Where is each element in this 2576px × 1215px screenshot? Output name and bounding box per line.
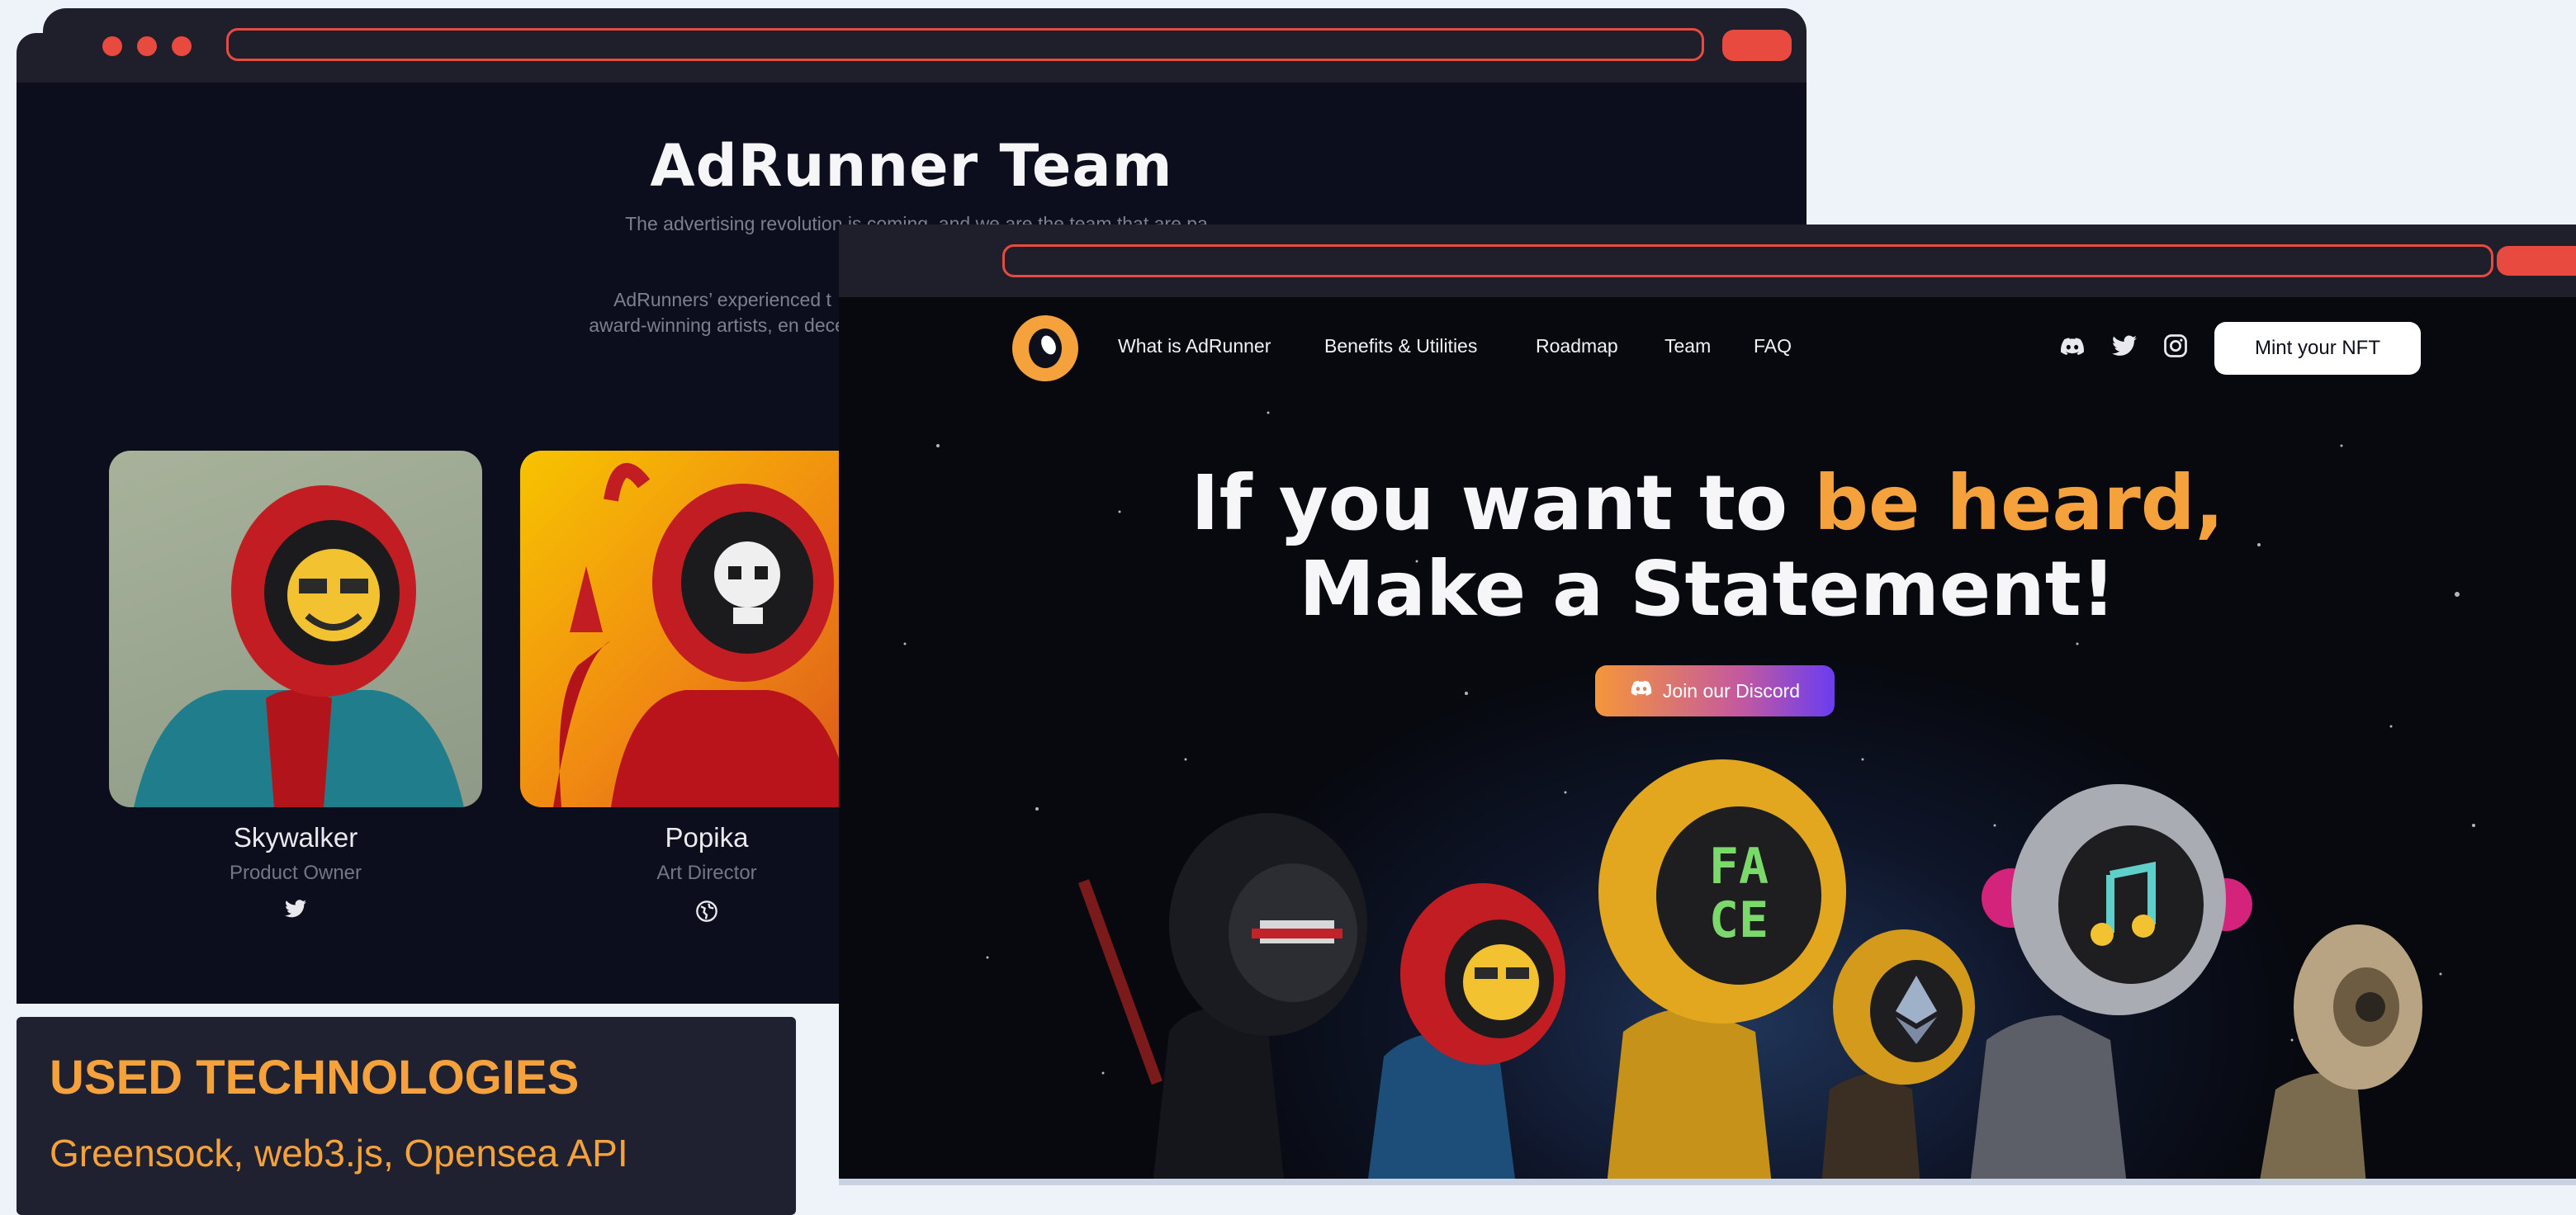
twitter-icon[interactable]	[285, 900, 306, 921]
window-maximize-dot[interactable]	[172, 36, 192, 56]
popika-avatar	[553, 463, 850, 807]
member-role: Product Owner	[229, 862, 362, 884]
window-close-dot[interactable]	[102, 36, 122, 56]
team-body: AdRunners’ experienced t award-winning a…	[589, 289, 856, 336]
twitter-icon[interactable]	[2112, 333, 2137, 362]
member-role: Art Director	[656, 862, 757, 884]
team-title: AdRunner Team	[650, 132, 1173, 200]
skywalker-avatar	[134, 485, 464, 807]
hero-section: What is AdRunner Benefits & Utilities Ro…	[839, 297, 2576, 1185]
svg-text:FA: FA	[1709, 838, 1769, 896]
window-minimize-dot[interactable]	[137, 36, 157, 56]
address-bar[interactable]	[226, 28, 1704, 61]
join-discord-button[interactable]: Join our Discord	[1595, 665, 1835, 716]
nav-team[interactable]: Team	[1664, 335, 1711, 357]
browser-bar	[839, 225, 2576, 297]
hero-heading-line1: If you want to be heard,	[839, 459, 2576, 547]
browser-action-button[interactable]	[2497, 246, 2576, 276]
adrunner-characters-illustration: FA CE	[1077, 759, 2422, 1185]
landing-page-window: What is AdRunner Benefits & Utilities Ro…	[839, 225, 2576, 1185]
member-name: Skywalker	[233, 822, 358, 853]
technologies-panel: USED TECHNOLOGIES Greensock, web3.js, Op…	[17, 1017, 796, 1215]
technologies-title: USED TECHNOLOGIES	[50, 1051, 580, 1104]
browser-bar	[43, 8, 1807, 83]
member-name: Popika	[665, 822, 749, 853]
browser-action-button[interactable]	[1722, 30, 1792, 61]
nav-roadmap[interactable]: Roadmap	[1536, 335, 1618, 357]
member-card-skywalker[interactable]	[109, 451, 482, 807]
address-bar[interactable]	[1002, 244, 2493, 277]
svg-text:CE: CE	[1709, 891, 1769, 949]
join-discord-label: Join our Discord	[1662, 679, 1801, 702]
nav-benefits-utilities[interactable]: Benefits & Utilities	[1324, 335, 1477, 357]
nav-what-is-adrunner[interactable]: What is AdRunner	[1118, 335, 1271, 357]
mint-nft-button[interactable]: Mint your NFT	[2214, 322, 2421, 375]
hero-heading-line2: Make a Statement!	[1299, 545, 2116, 633]
instagram-icon[interactable]	[2163, 333, 2188, 362]
discord-icon[interactable]	[2059, 333, 2086, 364]
nav-faq[interactable]: FAQ	[1754, 335, 1792, 357]
member-card-popika[interactable]	[520, 451, 857, 807]
globe-icon[interactable]	[695, 901, 718, 926]
window-bottom-edge	[839, 1179, 2576, 1185]
adrunner-logo[interactable]	[1012, 315, 1078, 381]
hero-heading-plain: If you want to	[1191, 459, 1815, 547]
discord-icon	[1630, 677, 1653, 705]
technologies-list: Greensock, web3.js, Opensea API	[50, 1132, 628, 1175]
hero-heading-accent: be heard,	[1814, 459, 2224, 547]
